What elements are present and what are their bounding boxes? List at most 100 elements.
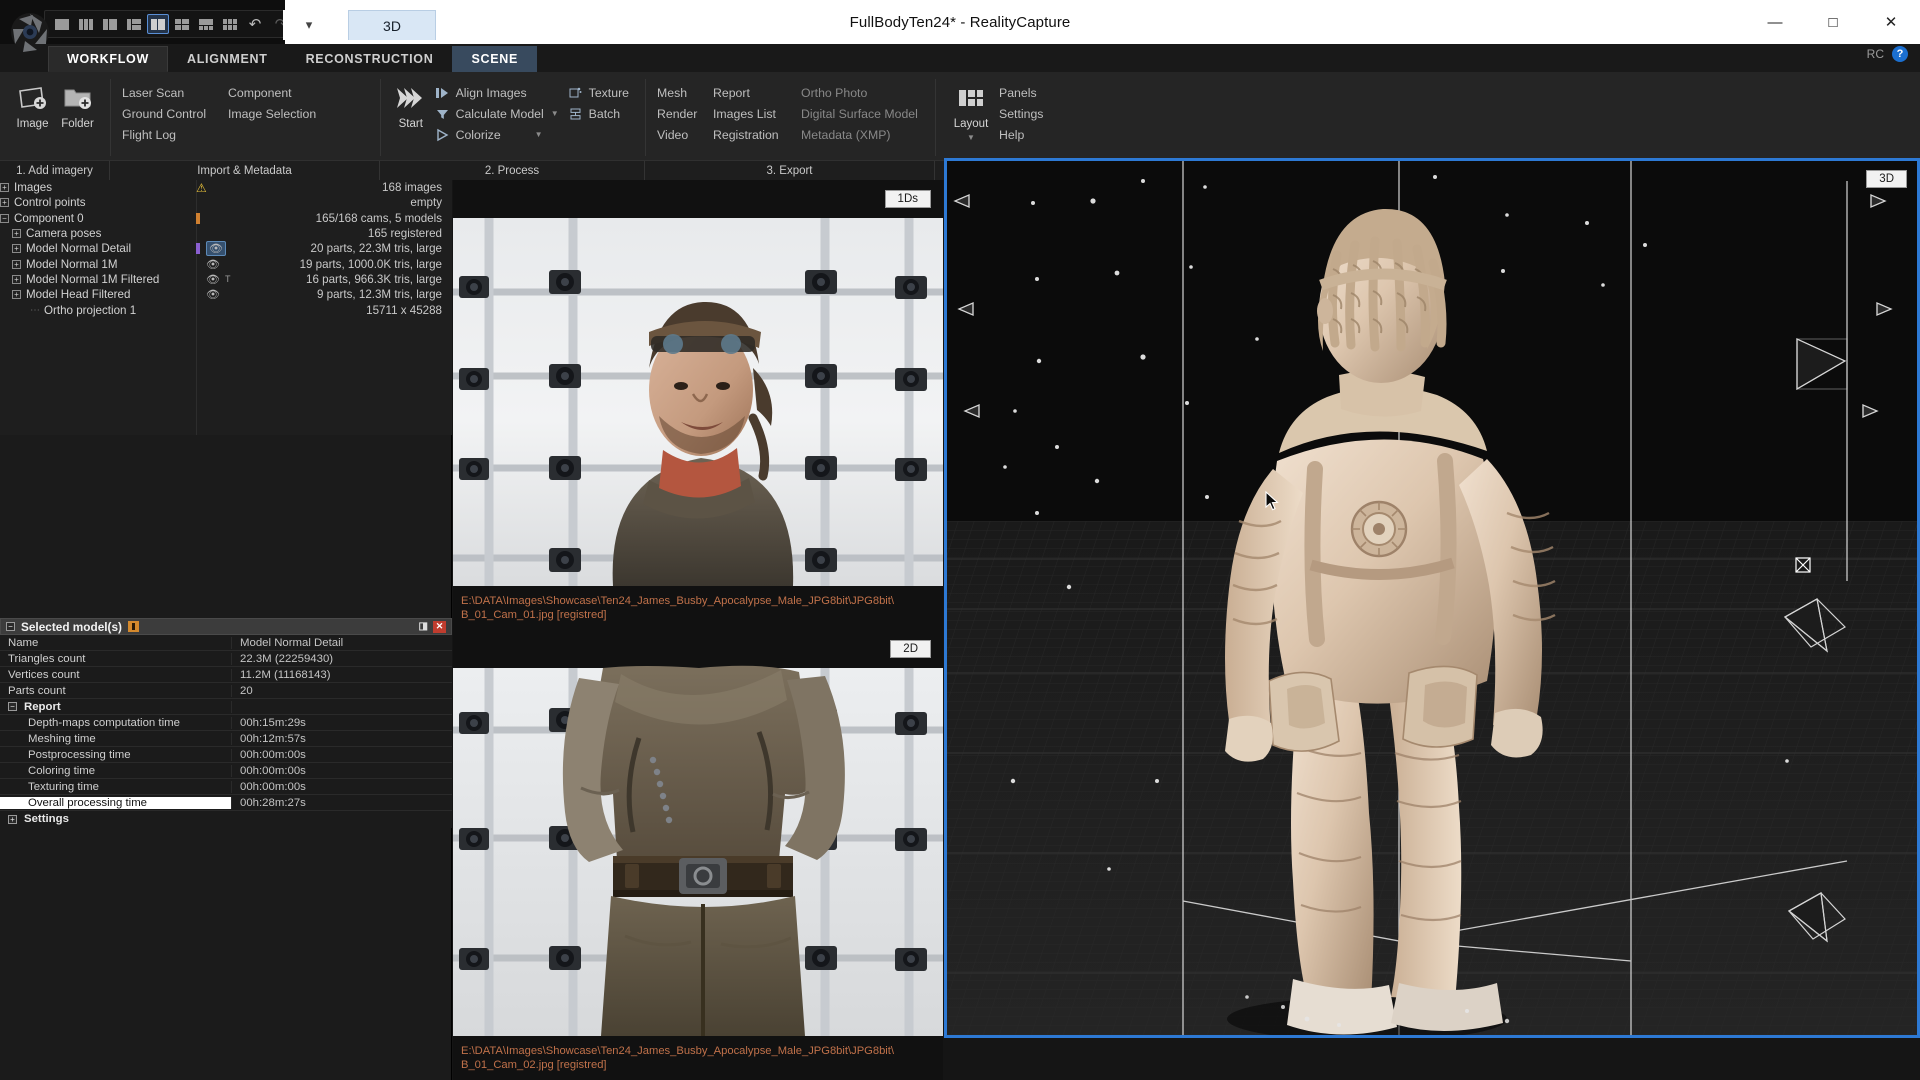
panels-item[interactable]: Panels	[997, 83, 1049, 102]
layout-left-split-icon[interactable]	[123, 14, 145, 34]
export-images-list-item[interactable]: Images List	[711, 104, 799, 123]
expander-icon[interactable]: +	[12, 244, 21, 254]
property-group-report[interactable]: − Report	[0, 699, 452, 715]
export-render-item[interactable]: Render	[655, 104, 711, 123]
tab-reconstruction[interactable]: RECONSTRUCTION	[287, 46, 453, 72]
property-row-postprocessing-time[interactable]: Postprocessing time 00h:00m:00s	[0, 747, 452, 763]
export-registration-item[interactable]: Registration	[711, 125, 799, 144]
tree-row-ortho-projection-1[interactable]: ⋯ Ortho projection 1 15711 x 45288	[0, 302, 452, 317]
viewport-3d[interactable]: 3D	[944, 158, 1920, 1038]
image-viewport-top[interactable]: 1Ds E:\DATA\Images\Showcase\Ten24_James_…	[453, 180, 943, 630]
layout-quad-icon[interactable]	[171, 14, 193, 34]
tree-row-images[interactable]: + Images ⚠ 168 images	[0, 180, 452, 195]
export-metadata-xmp-item[interactable]: Metadata (XMP)	[799, 125, 924, 144]
start-button[interactable]: Start	[390, 78, 432, 130]
pin-icon[interactable]	[127, 621, 139, 632]
expander-icon[interactable]: +	[0, 198, 9, 208]
property-row-vertices-count[interactable]: Vertices count 11.2M (11168143)	[0, 667, 452, 683]
property-row-meshing-time[interactable]: Meshing time 00h:12m:57s	[0, 731, 452, 747]
help-item[interactable]: Help	[997, 125, 1049, 144]
laser-scan-item[interactable]: Laser Scan	[120, 83, 226, 102]
property-row-depth-maps-time[interactable]: Depth-maps computation time 00h:15m:29s	[0, 715, 452, 731]
align-images-item[interactable]: Align Images	[432, 83, 565, 102]
export-mesh-item[interactable]: Mesh	[655, 83, 711, 102]
viewport-mode-badge-3d[interactable]: 3D	[1866, 170, 1907, 188]
viewport-mode-badge-bottom[interactable]: 2D	[890, 640, 931, 658]
tree-row-model-normal-1m-filtered[interactable]: + Model Normal 1M Filtered 👁 T 16 parts,…	[0, 272, 452, 287]
image-viewport-bottom[interactable]: 2D E:\DATA\Images\Showcase\Ten24_James_B…	[453, 630, 943, 1080]
tree-row-control-points[interactable]: + Control points empty	[0, 195, 452, 210]
texture-item[interactable]: Texture	[565, 83, 635, 102]
export-dsm-item[interactable]: Digital Surface Model	[799, 104, 924, 123]
layout-grid-icon[interactable]	[219, 14, 241, 34]
property-row-triangles-count[interactable]: Triangles count 22.3M (22259430)	[0, 651, 452, 667]
export-video-item[interactable]: Video	[655, 125, 711, 144]
expander-icon[interactable]: +	[0, 183, 9, 193]
tree-value: 15711 x 45288	[366, 303, 442, 317]
tree-row-model-head-filtered[interactable]: + Model Head Filtered 👁 9 parts, 12.3M t…	[0, 287, 452, 302]
expander-icon[interactable]: +	[12, 290, 21, 300]
viewport-mode-badge-top[interactable]: 1Ds	[884, 190, 931, 208]
dock-icon[interactable]: ◨	[419, 621, 428, 632]
layout-single-icon[interactable]	[51, 14, 73, 34]
tab-scene[interactable]: SCENE	[452, 46, 538, 72]
workspace-overflow-button[interactable]: ▾	[283, 10, 335, 40]
layout-chevron-down-icon[interactable]: ▼	[967, 133, 975, 142]
expander-icon[interactable]: +	[8, 814, 17, 824]
property-row-name[interactable]: Name Model Normal Detail	[0, 635, 452, 651]
tree-label: Component 0	[14, 211, 84, 225]
close-button[interactable]: ✕	[1862, 0, 1920, 44]
collapse-icon[interactable]: −	[6, 622, 15, 631]
expander-icon[interactable]: −	[0, 213, 9, 223]
batch-item[interactable]: Batch	[565, 104, 635, 123]
property-row-overall-processing-time[interactable]: Overall processing time 00h:28m:27s	[0, 795, 452, 811]
ribbon-tab-bar: WORKFLOW ALIGNMENT RECONSTRUCTION SCENE	[0, 44, 1920, 72]
tree-row-camera-poses[interactable]: + Camera poses 165 registered	[0, 226, 452, 241]
component-item[interactable]: Component	[226, 83, 332, 102]
tree-row-model-normal-1m[interactable]: + Model Normal 1M 👁 19 parts, 1000.0K tr…	[0, 256, 452, 271]
add-folder-button[interactable]: Folder	[55, 78, 100, 130]
import-column-1: Laser Scan Ground Control Flight Log	[120, 78, 226, 144]
property-row-coloring-time[interactable]: Coloring time 00h:00m:00s	[0, 763, 452, 779]
eye-icon[interactable]: 👁	[206, 288, 220, 301]
tab-workflow[interactable]: WORKFLOW	[48, 46, 168, 72]
export-ortho-photo-item[interactable]: Ortho Photo	[799, 83, 924, 102]
layout-two-pane-icon[interactable]	[147, 14, 169, 34]
eye-icon[interactable]: 👁	[206, 258, 220, 271]
tree-row-component-0[interactable]: − Component 0 165/168 cams, 5 models	[0, 211, 452, 226]
layout-two-col-icon[interactable]	[99, 14, 121, 34]
colorize-item[interactable]: Colorize ▼	[432, 125, 565, 144]
property-key: Postprocessing time	[0, 748, 232, 761]
layout-three-col-icon[interactable]	[75, 14, 97, 34]
collapse-icon[interactable]: −	[8, 702, 17, 711]
export-report-item[interactable]: Report	[711, 83, 799, 102]
layout-button[interactable]: Layout ▼	[945, 78, 997, 142]
calculate-model-chevron-down-icon[interactable]: ▼	[551, 109, 559, 118]
workspace-tab-3d[interactable]: 3D	[348, 10, 436, 40]
expander-icon[interactable]: +	[12, 259, 21, 269]
expander-icon[interactable]: +	[12, 229, 21, 239]
ground-control-item[interactable]: Ground Control	[120, 104, 226, 123]
maximize-button[interactable]: □	[1804, 0, 1862, 44]
minimize-button[interactable]: —	[1746, 0, 1804, 44]
help-icon[interactable]: ?	[1892, 46, 1908, 62]
close-icon[interactable]: ✕	[433, 620, 446, 633]
property-row-parts-count[interactable]: Parts count 20	[0, 683, 452, 699]
add-image-button[interactable]: Image	[10, 78, 55, 130]
tree-row-model-normal-detail[interactable]: + Model Normal Detail 👁 20 parts, 22.3M …	[0, 241, 452, 257]
flight-log-item[interactable]: Flight Log	[120, 125, 226, 144]
image-selection-item[interactable]: Image Selection	[226, 104, 332, 123]
layout-bottom-split-icon[interactable]	[195, 14, 217, 34]
property-row-texturing-time[interactable]: Texturing time 00h:00m:00s	[0, 779, 452, 795]
calculate-model-item[interactable]: Calculate Model ▼	[432, 104, 565, 123]
eye-icon[interactable]: 👁	[206, 273, 220, 286]
colorize-chevron-down-icon[interactable]: ▼	[535, 130, 543, 139]
eye-icon[interactable]: 👁	[206, 241, 226, 257]
expander-icon[interactable]: +	[12, 274, 21, 284]
settings-item[interactable]: Settings	[997, 104, 1049, 123]
ribbon-group-add-imagery: Image Folder	[0, 72, 110, 160]
property-group-settings[interactable]: + Settings	[0, 811, 452, 827]
tab-alignment[interactable]: ALIGNMENT	[168, 46, 287, 72]
tree-label: Model Head Filtered	[26, 288, 131, 302]
undo-button[interactable]: ↶	[243, 14, 267, 34]
